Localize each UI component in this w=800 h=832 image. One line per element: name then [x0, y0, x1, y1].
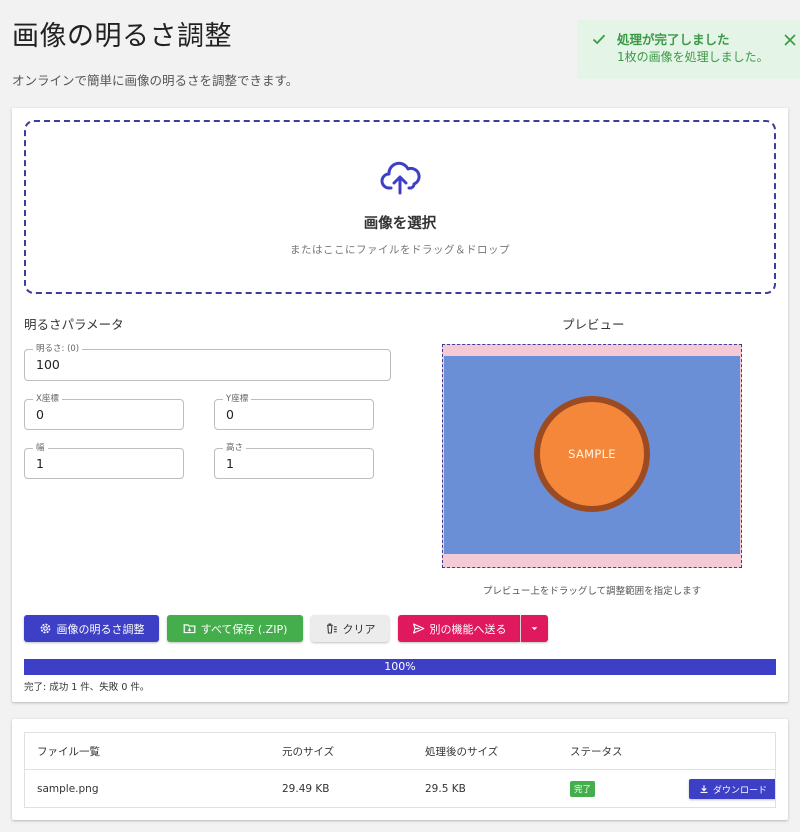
height-input[interactable]: [226, 456, 364, 471]
check-icon: [592, 34, 606, 45]
folder-icon: [183, 624, 195, 634]
dropzone-title: 画像を選択: [363, 216, 437, 232]
send-dropdown-button[interactable]: [521, 615, 548, 642]
preview-hint: プレビュー上をドラッグして調整範囲を指定します: [482, 586, 702, 597]
header-processed-size: 処理後のサイズ: [425, 745, 499, 758]
download-cell: ダウンロード: [689, 770, 775, 807]
files-table: ファイル一覧 元のサイズ 処理後のサイズ ステータス sample.png 29…: [24, 732, 776, 808]
preview-canvas[interactable]: SAMPLE: [442, 344, 742, 568]
clear-button[interactable]: クリア: [311, 615, 389, 642]
toast-message: 1枚の画像を処理しました。: [617, 50, 769, 64]
page-title: 画像の明るさ調整: [12, 21, 232, 52]
y-label: Y座標: [223, 394, 252, 404]
progress-bar: 100%: [24, 659, 776, 675]
header-status: ステータス: [570, 745, 623, 758]
gear-icon: [40, 623, 50, 634]
adjust-button-label: 画像の明るさ調整: [56, 622, 145, 636]
image-dropzone[interactable]: 画像を選択 またはここにファイルをドラッグ＆ドロップ: [24, 120, 776, 294]
brightness-label: 明るさ: (0): [33, 344, 83, 354]
save-zip-button[interactable]: すべて保存 (.ZIP): [167, 615, 303, 642]
height-label: 高さ: [223, 443, 247, 453]
close-icon[interactable]: [782, 32, 798, 48]
files-card: ファイル一覧 元のサイズ 処理後のサイズ ステータス sample.png 29…: [12, 719, 788, 820]
progress-label: 100%: [384, 660, 416, 673]
send-icon: [412, 623, 424, 634]
brightness-field: 明るさ: (0): [24, 344, 391, 381]
x-input[interactable]: [36, 407, 174, 422]
params-title: 明るさパラメータ: [24, 317, 124, 332]
table-header: ファイル一覧 元のサイズ 処理後のサイズ ステータス: [25, 733, 775, 770]
status-cell: 完了: [570, 770, 596, 807]
main-card: 画像を選択 またはここにファイルをドラッグ＆ドロップ 明るさパラメータ プレビュ…: [12, 108, 788, 702]
brightness-input[interactable]: [36, 357, 381, 372]
download-button-label: ダウンロード: [712, 785, 767, 796]
trash-icon: [326, 623, 337, 634]
send-to-feature-button[interactable]: 別の機能へ送る: [398, 615, 520, 642]
adjust-brightness-button[interactable]: 画像の明るさ調整: [24, 615, 159, 642]
clear-button-label: クリア: [342, 622, 376, 636]
preview-sample-circle: SAMPLE: [534, 396, 650, 512]
header-file-list: ファイル一覧: [37, 745, 100, 758]
download-icon: [700, 785, 708, 793]
page-subtitle: オンラインで簡単に画像の明るさを調整できます。: [12, 73, 299, 88]
header-original-size: 元のサイズ: [282, 745, 335, 758]
preview-sample-text: SAMPLE: [568, 447, 616, 461]
width-field: 幅: [24, 443, 184, 479]
table-row: sample.png 29.49 KB 29.5 KB 完了 ダウンロード: [25, 770, 775, 807]
toast-title: 処理が完了しました: [617, 32, 730, 47]
original-size: 29.49 KB: [282, 783, 330, 795]
dropzone-subtitle: またはここにファイルをドラッグ＆ドロップ: [290, 244, 510, 256]
x-field: X座標: [24, 394, 184, 430]
preview-image: SAMPLE: [444, 356, 740, 554]
file-name: sample.png: [37, 783, 99, 795]
success-toast: 処理が完了しました 1枚の画像を処理しました。: [577, 20, 800, 79]
processed-size: 29.5 KB: [425, 783, 466, 795]
progress-status: 完了: 成功 1 件、失敗 0 件。: [24, 682, 150, 693]
x-label: X座標: [33, 394, 62, 404]
height-field: 高さ: [214, 443, 374, 479]
download-button[interactable]: ダウンロード: [689, 779, 775, 799]
cloud-upload-icon: [380, 161, 421, 195]
y-input[interactable]: [226, 407, 364, 422]
preview-title: プレビュー: [562, 317, 625, 332]
caret-down-icon: [531, 627, 538, 631]
y-field: Y座標: [214, 394, 374, 430]
width-input[interactable]: [36, 456, 174, 471]
send-button-label: 別の機能へ送る: [429, 622, 507, 636]
save-zip-label: すべて保存 (.ZIP): [200, 622, 288, 636]
width-label: 幅: [33, 443, 48, 453]
status-badge: 完了: [570, 781, 596, 797]
